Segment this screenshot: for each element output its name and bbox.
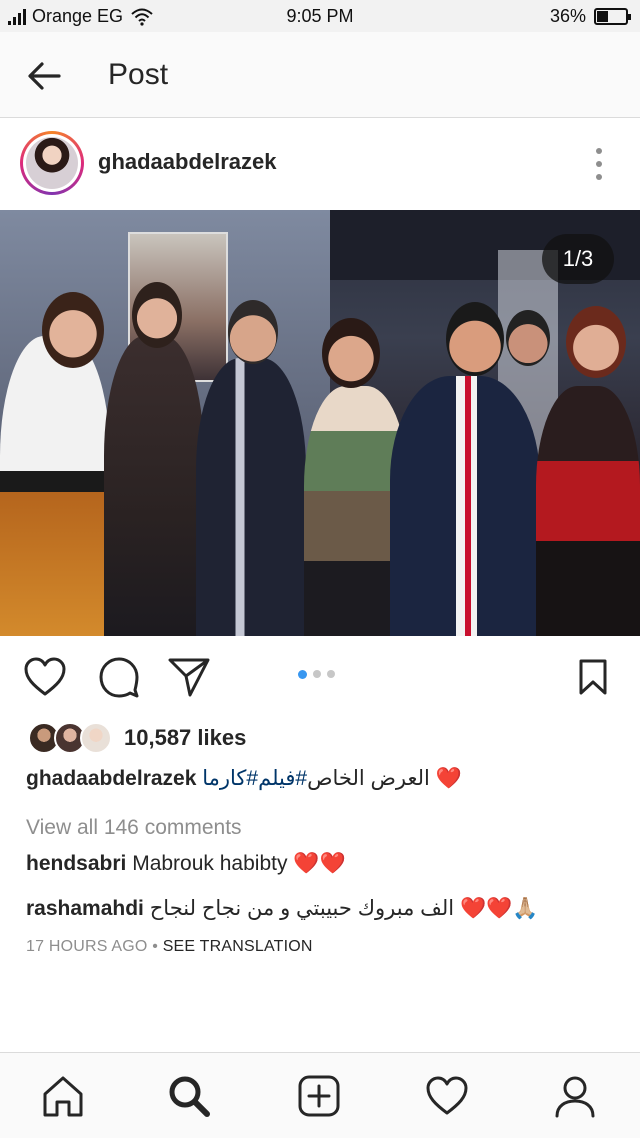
likes-row[interactable]: 10,587 likes: [28, 718, 246, 758]
photo-person: [0, 336, 110, 636]
post-photo[interactable]: 1/3: [0, 210, 640, 636]
nav-search[interactable]: [166, 1073, 212, 1119]
heart-icon: [24, 657, 66, 696]
comment-emoji: ❤️❤️: [293, 852, 346, 875]
page-title: Post: [108, 58, 169, 91]
back-arrow-icon: [28, 62, 61, 90]
photo-person: [104, 336, 204, 636]
comment-username[interactable]: hendsabri: [26, 852, 126, 875]
image-counter: 1/3: [542, 234, 614, 284]
battery-icon: [594, 8, 631, 25]
carousel-dot: [327, 670, 335, 678]
status-right: 36%: [549, 6, 631, 27]
home-icon: [43, 1076, 83, 1117]
battery-percent: 36%: [549, 6, 586, 26]
post-timestamp-row: 17 HOURS AGO • SEE TRANSLATION: [26, 938, 313, 956]
search-icon: [169, 1076, 210, 1117]
likes-count[interactable]: 10,587 likes: [124, 725, 246, 751]
see-translation-link[interactable]: SEE TRANSLATION: [163, 938, 313, 955]
carousel-dot: [298, 669, 307, 679]
post-username[interactable]: ghadaabdelrazek: [98, 149, 277, 175]
action-bar: [0, 642, 640, 712]
comment: hendsabri Mabrouk habibty ❤️❤️: [26, 852, 346, 876]
post-header: ghadaabdelrazek: [0, 120, 640, 210]
liker-avatar: [80, 722, 112, 754]
more-options-icon[interactable]: [594, 148, 604, 180]
add-post-icon: [298, 1075, 340, 1117]
separator-dot: •: [152, 938, 159, 955]
caption-hashtags[interactable]: #فيلم#كارما: [202, 767, 307, 790]
top-bar: Post: [0, 32, 640, 118]
comment-text: Mabrouk habibty: [132, 852, 288, 875]
share-button[interactable]: [166, 654, 212, 700]
back-button[interactable]: [24, 56, 64, 96]
bookmark-icon: [579, 659, 607, 695]
photo-person: [390, 376, 540, 636]
status-bar: Orange EG 9:05 PM 36%: [0, 0, 640, 32]
status-time: 9:05 PM: [286, 6, 354, 26]
caption: ghadaabdelrazek #فيلم#كارماالعرض الخاص ❤…: [26, 766, 462, 791]
nav-new-post[interactable]: [296, 1073, 342, 1119]
nav-home[interactable]: [40, 1073, 86, 1119]
bottom-nav: [0, 1052, 640, 1138]
profile-icon: [555, 1076, 595, 1118]
avatar-image: [26, 137, 78, 189]
nav-profile[interactable]: [552, 1073, 598, 1119]
nav-activity[interactable]: [424, 1073, 470, 1119]
view-all-comments[interactable]: View all 146 comments: [26, 816, 242, 840]
avatar[interactable]: [20, 131, 84, 195]
photo-person: [536, 386, 640, 636]
caption-username[interactable]: ghadaabdelrazek: [26, 767, 196, 790]
carousel-dot: [313, 670, 321, 678]
post-timestamp: 17 HOURS AGO: [26, 938, 148, 955]
like-button[interactable]: [22, 654, 68, 700]
photo-person: [196, 358, 306, 636]
comment-username[interactable]: rashamahdi: [26, 897, 144, 920]
caption-text: العرض الخاص: [307, 767, 430, 790]
carousel-dots: [298, 669, 335, 679]
comment-icon: [99, 657, 139, 698]
comment-button[interactable]: [96, 654, 142, 700]
caption-emoji: ❤️: [435, 767, 462, 790]
activity-heart-icon: [426, 1076, 468, 1115]
comment-text: الف مبروك حبيبتي و من نجاح لنجاح: [149, 897, 455, 920]
save-button[interactable]: [570, 654, 616, 700]
comment-emoji: ❤️❤️🙏🏼: [460, 897, 539, 920]
send-icon: [168, 658, 210, 697]
battery-fill: [597, 11, 608, 22]
comment: rashamahdi الف مبروك حبيبتي و من نجاح لن…: [26, 896, 538, 921]
